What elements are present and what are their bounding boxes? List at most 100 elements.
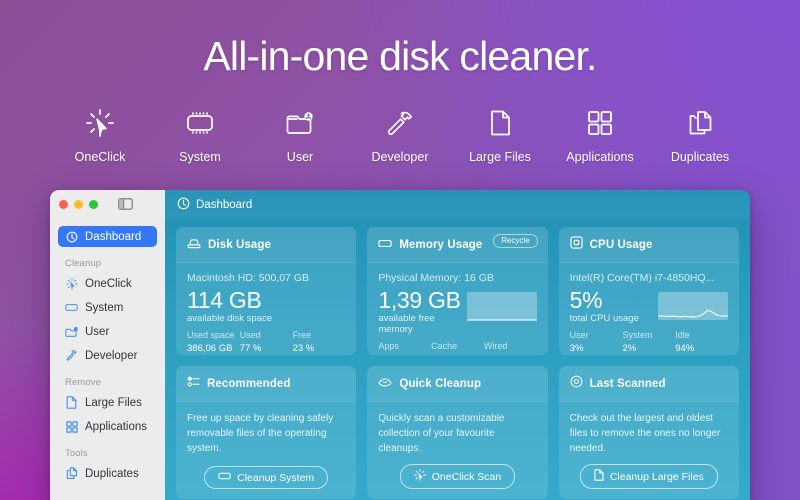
sidebar-item-system[interactable]: System bbox=[58, 297, 157, 318]
card-title: Disk Usage bbox=[208, 239, 272, 251]
card-description: Free up space by cleaning safely removab… bbox=[187, 413, 334, 454]
sidebar-item-large-files[interactable]: Large Files bbox=[58, 392, 157, 413]
oneclick-scan-button[interactable]: OneClick Scan bbox=[399, 464, 516, 489]
button-label: OneClick Scan bbox=[431, 470, 502, 483]
feature-system[interactable]: System bbox=[161, 105, 239, 164]
system-chip-icon bbox=[183, 105, 217, 141]
traffic-lights bbox=[59, 199, 98, 209]
recycle-button[interactable]: Recycle bbox=[493, 234, 538, 248]
feature-user[interactable]: User bbox=[261, 105, 339, 164]
hard-drive-icon bbox=[187, 236, 201, 254]
card-quick-cleanup: Quick Cleanup Quickly scan a customizabl… bbox=[367, 366, 548, 499]
oneclick-cursor-icon bbox=[65, 277, 78, 290]
card-description: Check out the largest and oldest files t… bbox=[569, 413, 721, 454]
cpu-main-row: 5% total CPU usage bbox=[570, 288, 728, 324]
feature-developer[interactable]: Developer bbox=[361, 105, 439, 164]
stat-value: 94% bbox=[675, 342, 695, 354]
stat-key: Wired bbox=[483, 341, 508, 352]
dashboard-icon bbox=[65, 230, 78, 243]
oneclick-cursor-icon bbox=[83, 105, 117, 141]
cpu-mini-chart bbox=[657, 292, 728, 324]
stat-key: Apps bbox=[378, 341, 399, 352]
stat-value: 4,16 GB bbox=[431, 353, 484, 355]
user-folder-icon bbox=[65, 325, 78, 338]
memory-stats: Apps 5,3 GB Cache 4,16 GB Wired 2,76 GB bbox=[378, 340, 536, 355]
stat-item: Apps 5,3 GB bbox=[378, 340, 431, 355]
cleanup-system-button[interactable]: Cleanup System bbox=[204, 466, 329, 489]
stat-value: 5,3 GB bbox=[378, 353, 431, 355]
stat-item: Cache 4,16 GB bbox=[431, 340, 484, 355]
dashboard-cards: Disk Usage Macintosh HD: 500,07 GB 114 G… bbox=[165, 219, 750, 500]
disk-main-row: 114 GB available disk space bbox=[187, 288, 345, 324]
sidebar-group-tools: Tools bbox=[65, 448, 88, 459]
sidebar-item-oneclick[interactable]: OneClick bbox=[58, 273, 157, 294]
page-title: All-in-one disk cleaner. bbox=[203, 33, 597, 79]
card-body: Physical Memory: 16 GB 1,39 GB available… bbox=[367, 263, 547, 355]
card-body: Check out the largest and oldest files t… bbox=[559, 402, 739, 499]
minimize-button[interactable] bbox=[74, 199, 83, 209]
content-header: Dashboard bbox=[165, 190, 750, 219]
sidebar-item-developer[interactable]: Developer bbox=[58, 345, 157, 366]
card-description: Quickly scan a customizable collection o… bbox=[378, 413, 505, 454]
card-cpu-usage: CPU Usage Intel(R) Core(TM) i7-4850HQ...… bbox=[558, 227, 739, 355]
feature-oneclick[interactable]: OneClick bbox=[61, 105, 139, 164]
sidebar-item-label: System bbox=[85, 301, 124, 314]
memory-mini-chart bbox=[466, 292, 537, 324]
sidebar-item-applications[interactable]: Applications bbox=[58, 416, 157, 437]
sidebar-item-label: Duplicates bbox=[85, 467, 139, 480]
file-icon bbox=[483, 105, 517, 141]
stat-item: System 2% bbox=[622, 329, 675, 355]
button-label: Cleanup Large Files bbox=[609, 470, 704, 483]
feature-duplicates[interactable]: Duplicates bbox=[661, 105, 739, 164]
stat-item: Idle 94% bbox=[675, 329, 728, 355]
cpu-stats: User 3% System 2% Idle 94% bbox=[570, 329, 728, 355]
maximize-button[interactable] bbox=[89, 199, 98, 209]
card-action-wrap: OneClick Scan bbox=[378, 456, 536, 489]
card-header: Memory Usage Recycle bbox=[367, 227, 548, 263]
stat-item: Used space 386,06 GB bbox=[187, 329, 240, 355]
sidebar-toggle-icon[interactable] bbox=[118, 198, 133, 210]
hammer-icon bbox=[383, 105, 417, 141]
card-header: CPU Usage bbox=[558, 227, 739, 263]
breadcrumb-label: Dashboard bbox=[196, 198, 253, 211]
button-label: Cleanup System bbox=[237, 471, 315, 484]
feature-label: Developer bbox=[371, 150, 429, 165]
close-button[interactable] bbox=[59, 199, 68, 209]
card-header: Disk Usage bbox=[176, 227, 357, 263]
card-action-wrap: Cleanup Large Files bbox=[570, 456, 728, 489]
sidebar-item-dashboard[interactable]: Dashboard bbox=[58, 226, 157, 247]
stat-value: 23 % bbox=[292, 342, 315, 354]
feature-icon-row: OneClick System User Developer Large Fil… bbox=[0, 105, 800, 164]
memory-main-row: 1,39 GB available free memory bbox=[378, 287, 537, 335]
sidebar-item-label: Large Files bbox=[85, 396, 142, 409]
sidebar-item-duplicates[interactable]: Duplicates bbox=[58, 463, 157, 484]
cleanup-large-files-button[interactable]: Cleanup Large Files bbox=[579, 464, 718, 489]
stat-value: 2% bbox=[622, 342, 637, 354]
feature-applications[interactable]: Applications bbox=[561, 105, 639, 164]
file-icon bbox=[594, 469, 604, 484]
stat-key: Used space bbox=[187, 330, 235, 341]
main-content: Dashboard Disk Usage Macintosh HD: 500,0… bbox=[165, 190, 750, 500]
grid-apps-icon bbox=[583, 105, 617, 141]
card-body: Macintosh HD: 500,07 GB 114 GB available… bbox=[176, 263, 356, 355]
user-folder-icon bbox=[283, 105, 317, 141]
card-action-wrap: Cleanup System bbox=[187, 458, 345, 489]
stat-key: System bbox=[622, 330, 653, 341]
disk-stats: Used space 386,06 GB Used 77 % Free 23 % bbox=[187, 329, 345, 355]
card-header: Recommended bbox=[176, 366, 357, 402]
card-title: Quick Cleanup bbox=[399, 378, 482, 390]
system-chip-icon bbox=[218, 471, 231, 484]
feature-large-files[interactable]: Large Files bbox=[461, 105, 539, 164]
cpu-icon bbox=[570, 236, 583, 254]
oneclick-cursor-icon bbox=[414, 469, 426, 484]
feature-label: User bbox=[286, 150, 314, 165]
feature-label: System bbox=[179, 150, 221, 165]
card-disk-usage: Disk Usage Macintosh HD: 500,07 GB 114 G… bbox=[176, 227, 357, 355]
stat-value: 77 % bbox=[239, 342, 262, 354]
breadcrumb[interactable]: Dashboard bbox=[177, 197, 252, 213]
card-last-scanned: Last Scanned Check out the largest and o… bbox=[558, 366, 739, 499]
sidebar-item-user[interactable]: User bbox=[58, 321, 157, 342]
hero-section: All-in-one disk cleaner. OneClick System… bbox=[0, 0, 800, 164]
file-icon bbox=[65, 396, 78, 409]
memory-value: 1,39 GB bbox=[378, 287, 461, 313]
